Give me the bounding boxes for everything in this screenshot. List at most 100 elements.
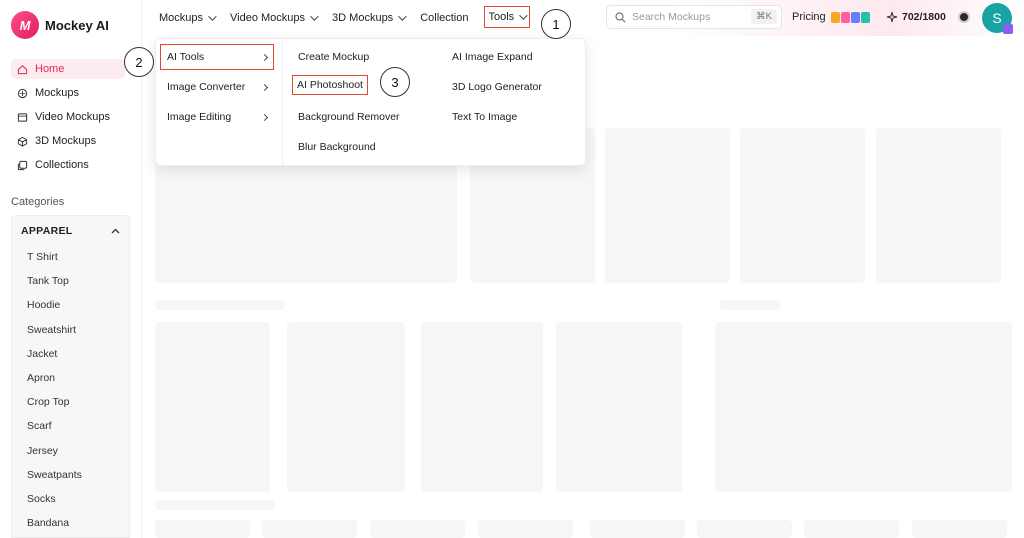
credits-value: 702/1800 xyxy=(902,11,946,23)
step-marker-1: 1 xyxy=(541,9,571,39)
skeleton-chip xyxy=(590,520,685,538)
dropdown-3d-logo-generator[interactable]: 3D Logo Generator xyxy=(452,81,542,93)
dropdown-blur-background[interactable]: Blur Background xyxy=(298,141,376,153)
category-item[interactable]: Hoodie xyxy=(12,293,129,317)
skeleton-chip xyxy=(804,520,899,538)
chevron-right-icon xyxy=(260,83,269,91)
dropdown-image-editing[interactable]: Image Editing xyxy=(167,111,269,123)
menu-label: Collection xyxy=(420,12,469,24)
sidebar: M Mockey AI Home Mockups Video Mockups 3… xyxy=(0,0,142,538)
category-list: T Shirt Tank Top Hoodie Sweatshirt Jacke… xyxy=(12,245,129,535)
avatar-initial: S xyxy=(992,10,1002,26)
skeleton-chip xyxy=(697,520,792,538)
skeleton-card xyxy=(605,128,730,283)
skeleton-chip xyxy=(155,520,250,538)
category-item[interactable]: Bandana xyxy=(12,511,129,535)
mockups-icon xyxy=(17,88,28,98)
category-item[interactable]: Jacket xyxy=(12,342,129,366)
skeleton-chip xyxy=(478,520,573,538)
dropdown-item-label: Image Converter xyxy=(167,81,246,93)
pricing-label: Pricing xyxy=(792,11,826,23)
chevron-right-icon xyxy=(260,113,269,121)
category-item[interactable]: Jersey xyxy=(12,439,129,463)
category-item[interactable]: Crop Top xyxy=(12,390,129,414)
dropdown-background-remover[interactable]: Background Remover xyxy=(298,111,400,123)
menu-label: Tools xyxy=(488,11,515,23)
home-icon xyxy=(17,64,28,74)
sidebar-item-label: Home xyxy=(35,63,65,75)
category-item[interactable]: Sweatshirt xyxy=(12,318,129,342)
category-item[interactable]: Apron xyxy=(12,366,129,390)
top-menu: Mockups Video Mockups 3D Mockups Collect… xyxy=(159,6,531,28)
category-group-label: APPAREL xyxy=(21,225,73,237)
chevron-down-icon xyxy=(208,12,217,21)
skeleton-heading xyxy=(155,300,285,310)
menu-3d-mockups[interactable]: 3D Mockups xyxy=(332,10,407,26)
category-item[interactable]: Sweatpants xyxy=(12,463,129,487)
category-item[interactable]: T Shirt xyxy=(12,245,129,269)
skeleton-card xyxy=(715,322,1012,492)
menu-label: Video Mockups xyxy=(230,12,306,24)
sidebar-item-collections[interactable]: Collections xyxy=(11,155,125,175)
category-item[interactable]: Scarf xyxy=(12,414,129,438)
skeleton-card xyxy=(421,322,543,492)
search-input[interactable]: Search Mockups ⌘K xyxy=(606,5,782,29)
collections-icon xyxy=(17,160,28,170)
search-shortcut: ⌘K xyxy=(751,9,777,24)
chevron-right-icon xyxy=(260,53,269,61)
sidebar-item-mockups[interactable]: Mockups xyxy=(11,83,125,103)
skeleton-card xyxy=(287,322,405,492)
menu-label: Mockups xyxy=(159,12,204,24)
skeleton-card xyxy=(876,128,1001,283)
menu-label: 3D Mockups xyxy=(332,12,394,24)
credits-counter[interactable]: 702/1800 xyxy=(886,11,946,23)
sparkle-icon xyxy=(886,11,898,23)
dropdown-item-label: AI Tools xyxy=(167,51,205,63)
menu-video-mockups[interactable]: Video Mockups xyxy=(230,10,319,26)
category-item[interactable]: Socks xyxy=(12,487,129,511)
skeleton-heading xyxy=(720,300,780,310)
cube-icon xyxy=(17,136,28,147)
categories-title: Categories xyxy=(11,196,65,208)
dropdown-item-label: Image Editing xyxy=(167,111,232,123)
tools-dropdown: AI Tools Image Converter Image Editing C… xyxy=(155,38,586,166)
menu-mockups[interactable]: Mockups xyxy=(159,10,217,26)
skeleton-chip xyxy=(370,520,465,538)
sidebar-item-label: 3D Mockups xyxy=(35,135,97,147)
pricing-link[interactable]: Pricing xyxy=(792,11,870,23)
skeleton-card xyxy=(740,128,865,283)
menu-tools[interactable]: Tools xyxy=(483,6,531,28)
sidebar-nav: Home Mockups Video Mockups 3D Mockups Co… xyxy=(11,59,125,179)
pricing-badge-icon xyxy=(830,11,870,23)
sidebar-item-home[interactable]: Home xyxy=(11,59,125,79)
category-item[interactable]: Tank Top xyxy=(12,269,129,293)
dropdown-ai-photoshoot[interactable]: AI Photoshoot xyxy=(292,75,368,95)
menu-collection[interactable]: Collection xyxy=(420,10,468,26)
step-marker-2: 2 xyxy=(124,47,154,77)
category-group-header[interactable]: APPAREL xyxy=(12,216,129,237)
chevron-down-icon xyxy=(519,11,528,20)
sidebar-item-label: Collections xyxy=(35,159,89,171)
language-icon[interactable] xyxy=(958,11,970,23)
chevron-down-icon xyxy=(398,12,407,21)
sidebar-item-label: Video Mockups xyxy=(35,111,111,123)
skeleton-card xyxy=(556,322,682,492)
dropdown-ai-image-expand[interactable]: AI Image Expand xyxy=(452,51,533,63)
dropdown-text-to-image[interactable]: Text To Image xyxy=(452,111,517,123)
skeleton-heading xyxy=(155,500,275,510)
brand-logo[interactable]: M Mockey AI xyxy=(11,11,109,39)
video-icon xyxy=(17,112,28,122)
dropdown-create-mockup[interactable]: Create Mockup xyxy=(298,51,369,63)
category-panel: APPAREL T Shirt Tank Top Hoodie Sweatshi… xyxy=(11,215,130,538)
sidebar-item-video-mockups[interactable]: Video Mockups xyxy=(11,107,125,127)
chevron-down-icon xyxy=(310,12,319,21)
step-marker-3: 3 xyxy=(380,67,410,97)
dropdown-image-converter[interactable]: Image Converter xyxy=(167,81,269,93)
sidebar-item-label: Mockups xyxy=(35,87,80,99)
skeleton-chip xyxy=(912,520,1007,538)
brand-name: Mockey AI xyxy=(45,17,109,33)
search-icon xyxy=(615,11,626,22)
sidebar-item-3d-mockups[interactable]: 3D Mockups xyxy=(11,131,125,151)
dropdown-ai-tools[interactable]: AI Tools xyxy=(160,44,274,70)
avatar-plan-badge xyxy=(1003,24,1013,34)
